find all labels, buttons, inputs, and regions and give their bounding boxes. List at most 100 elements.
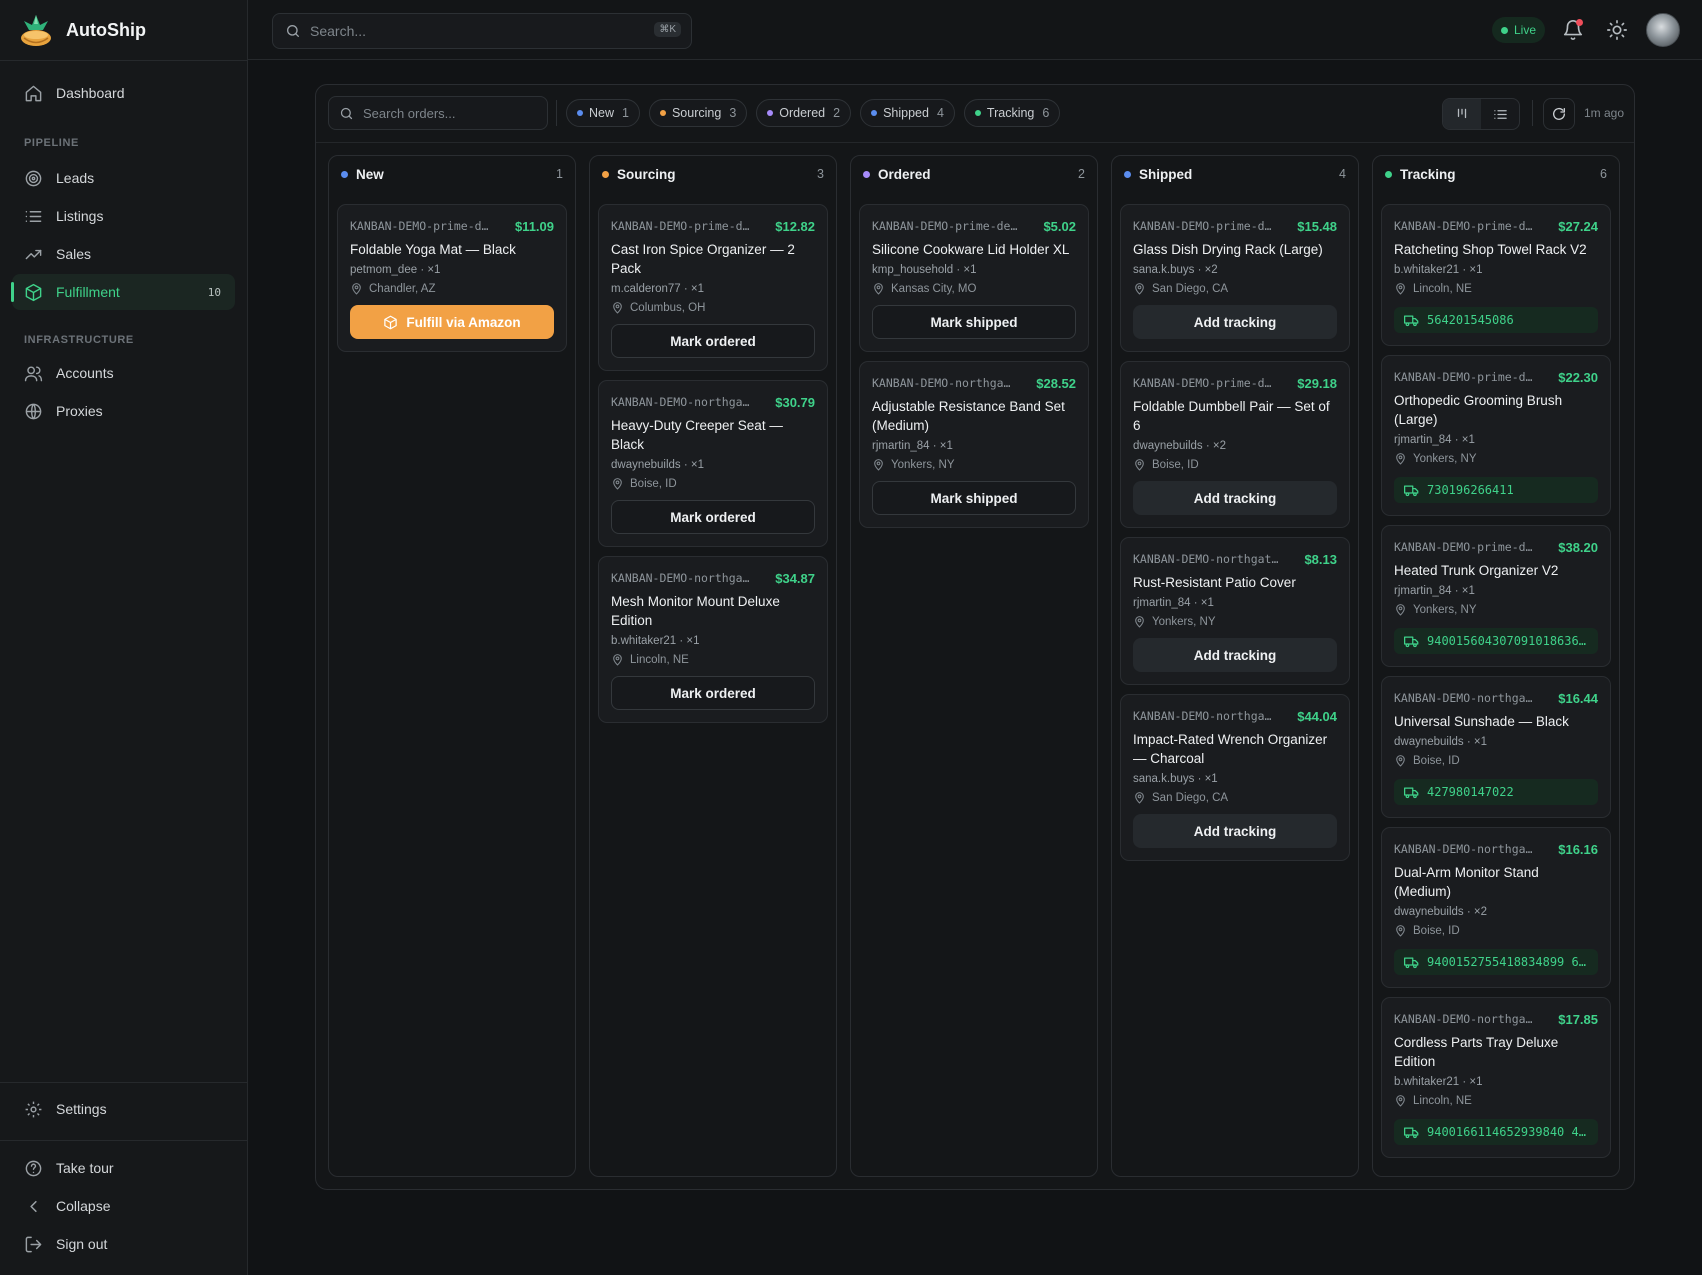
- add-tracking-button[interactable]: Add tracking: [1133, 638, 1337, 672]
- user-avatar[interactable]: [1646, 13, 1680, 47]
- list-view-button[interactable]: [1481, 99, 1519, 129]
- topbar: Search... ⌘K Live: [248, 0, 1702, 60]
- users-icon: [24, 364, 43, 383]
- ship-location: San Diego, CA: [1133, 282, 1337, 295]
- order-card[interactable]: KANBAN-DEMO-prime-de… $5.02 Silicone Cookw…: [859, 204, 1089, 352]
- add-tracking-button[interactable]: Add tracking: [1133, 481, 1337, 515]
- add-tracking-button[interactable]: Add tracking: [1133, 814, 1337, 848]
- sidebar-item-settings[interactable]: Settings: [12, 1091, 235, 1127]
- tracking-number-link[interactable]: 427980147022: [1394, 779, 1598, 805]
- card-header: KANBAN-DEMO-northga… $30.79: [611, 392, 815, 412]
- truck-icon: [1404, 483, 1419, 498]
- sidebar-item-sales[interactable]: Sales: [12, 236, 235, 272]
- filter-pill-tracking[interactable]: Tracking 6: [963, 99, 1061, 127]
- order-price: $30.79: [775, 394, 815, 410]
- mark-shipped-button[interactable]: Mark shipped: [872, 481, 1076, 515]
- status-dot: [974, 110, 981, 116]
- mark-ordered-button[interactable]: Mark ordered: [611, 324, 815, 358]
- notifications-button[interactable]: [1562, 19, 1584, 41]
- card-header: KANBAN-DEMO-prime-d… $38.20: [1394, 537, 1598, 557]
- order-card[interactable]: KANBAN-DEMO-prime-d… $27.24 Ratcheting Sho…: [1381, 204, 1611, 346]
- order-card[interactable]: KANBAN-DEMO-northga… $44.04 Impact-Rated W…: [1120, 694, 1350, 861]
- buyer-quantity: b.whitaker21 · ×1: [611, 635, 700, 647]
- sidebar-item-take-tour[interactable]: Take tour: [12, 1150, 235, 1186]
- card-header: KANBAN-DEMO-prime-d… $27.24: [1394, 216, 1598, 236]
- mark-ordered-button[interactable]: Mark ordered: [611, 500, 815, 534]
- button-label: Mark shipped: [930, 314, 1018, 330]
- order-card[interactable]: KANBAN-DEMO-prime-d… $38.20 Heated Trunk O…: [1381, 525, 1611, 667]
- board-toolbar: Search orders... New 1 Sourcing 3 Ordere…: [316, 85, 1634, 143]
- card-list: KANBAN-DEMO-prime-de… $5.02 Silicone Cookw…: [851, 192, 1097, 528]
- filter-pill-sourcing[interactable]: Sourcing 3: [648, 99, 748, 127]
- mark-ordered-button[interactable]: Mark ordered: [611, 676, 815, 710]
- sidebar-item-sign-out[interactable]: Sign out: [12, 1226, 235, 1262]
- tracking-number-link[interactable]: 9400166114652939840 43…: [1394, 1119, 1598, 1145]
- theme-toggle-button[interactable]: [1606, 19, 1628, 41]
- ship-location: Boise, ID: [1394, 754, 1598, 767]
- fulfill-via-amazon-button[interactable]: Fulfill via Amazon: [350, 305, 554, 339]
- sidebar-item-fulfillment[interactable]: Fulfillment 10: [11, 274, 235, 310]
- target-icon: [24, 169, 43, 188]
- truck-icon: [1404, 1125, 1419, 1140]
- order-price: $15.48: [1297, 218, 1337, 234]
- order-card[interactable]: KANBAN-DEMO-prime-d… $29.18 Foldable Dumbb…: [1120, 361, 1350, 528]
- refresh-icon: [1551, 106, 1567, 122]
- order-card[interactable]: KANBAN-DEMO-northga… $16.16 Dual-Arm Monit…: [1381, 827, 1611, 988]
- truck-icon: [1404, 313, 1419, 328]
- order-card[interactable]: KANBAN-DEMO-prime-d… $11.09 Foldable Yoga …: [337, 204, 567, 352]
- sidebar-item-proxies[interactable]: Proxies: [12, 393, 235, 429]
- sidebar-item-leads[interactable]: Leads: [12, 160, 235, 196]
- search-icon: [285, 23, 301, 39]
- sidebar-item-collapse[interactable]: Collapse: [12, 1188, 235, 1224]
- sidebar-item-label: Take tour: [56, 1160, 114, 1176]
- column-count: 3: [817, 167, 824, 181]
- order-card[interactable]: KANBAN-DEMO-northga… $28.52 Adjustable Res…: [859, 361, 1089, 528]
- order-card[interactable]: KANBAN-DEMO-northga… $30.79 Heavy-Duty Cre…: [598, 380, 828, 547]
- column-title: Tracking: [1400, 166, 1456, 182]
- global-search[interactable]: Search... ⌘K: [272, 13, 692, 49]
- order-id: KANBAN-DEMO-prime-d…: [1394, 540, 1533, 554]
- sidebar-item-dashboard[interactable]: Dashboard: [12, 75, 235, 111]
- button-label: Add tracking: [1193, 647, 1277, 663]
- tracking-number-link[interactable]: 940015604307091018636…: [1394, 628, 1598, 654]
- section-label-infrastructure: INFRASTRUCTURE: [24, 334, 134, 346]
- home-icon: [24, 84, 43, 103]
- filter-pill-ordered[interactable]: Ordered 2: [756, 99, 852, 127]
- map-pin-icon: [872, 282, 885, 295]
- order-id: KANBAN-DEMO-northga…: [1394, 691, 1533, 705]
- board-view-button[interactable]: [1443, 99, 1481, 129]
- filter-pill-new[interactable]: New 1: [566, 99, 640, 127]
- divider: [1532, 100, 1533, 126]
- mark-shipped-button[interactable]: Mark shipped: [872, 305, 1076, 339]
- column-title: New: [356, 166, 384, 182]
- tracking-number-link[interactable]: 9400152755418834899 60…: [1394, 949, 1598, 975]
- order-id: KANBAN-DEMO-prime-d…: [1394, 219, 1533, 233]
- order-card[interactable]: KANBAN-DEMO-northga… $16.44 Universal Suns…: [1381, 676, 1611, 818]
- order-card[interactable]: KANBAN-DEMO-northgat… $8.13 Rust-Resistant…: [1120, 537, 1350, 685]
- column-header: New 1: [329, 156, 575, 192]
- card-header: KANBAN-DEMO-prime-d… $12.82: [611, 216, 815, 236]
- refresh-button[interactable]: [1543, 98, 1575, 130]
- sidebar-item-listings[interactable]: Listings: [12, 198, 235, 234]
- truck-icon: [1404, 785, 1419, 800]
- brand[interactable]: AutoShip: [18, 11, 146, 49]
- buyer-quantity: dwaynebuilds · ×1: [1394, 736, 1488, 748]
- order-search-input[interactable]: Search orders...: [328, 96, 548, 130]
- order-id: KANBAN-DEMO-prime-d…: [1133, 219, 1272, 233]
- buyer-quantity: petmom_dee · ×1: [350, 264, 441, 276]
- map-pin-icon: [611, 301, 624, 314]
- order-card[interactable]: KANBAN-DEMO-prime-d… $12.82 Cast Iron Spic…: [598, 204, 828, 371]
- filter-pill-shipped[interactable]: Shipped 4: [860, 99, 955, 127]
- add-tracking-button[interactable]: Add tracking: [1133, 305, 1337, 339]
- order-id: KANBAN-DEMO-northga…: [611, 571, 750, 585]
- order-card[interactable]: KANBAN-DEMO-prime-d… $22.30 Orthopedic Gro…: [1381, 355, 1611, 516]
- order-card[interactable]: KANBAN-DEMO-prime-d… $15.48 Glass Dish Dry…: [1120, 204, 1350, 352]
- order-card[interactable]: KANBAN-DEMO-northga… $17.85 Cordless Parts…: [1381, 997, 1611, 1158]
- sidebar-item-accounts[interactable]: Accounts: [12, 355, 235, 391]
- order-card[interactable]: KANBAN-DEMO-northga… $34.87 Mesh Monitor M…: [598, 556, 828, 723]
- divider: [0, 60, 248, 61]
- nav-infrastructure: INFRASTRUCTURE Accounts Proxies: [12, 330, 235, 429]
- ship-location: Yonkers, NY: [1133, 615, 1337, 628]
- tracking-number-link[interactable]: 564201545086: [1394, 307, 1598, 333]
- tracking-number-link[interactable]: 730196266411: [1394, 477, 1598, 503]
